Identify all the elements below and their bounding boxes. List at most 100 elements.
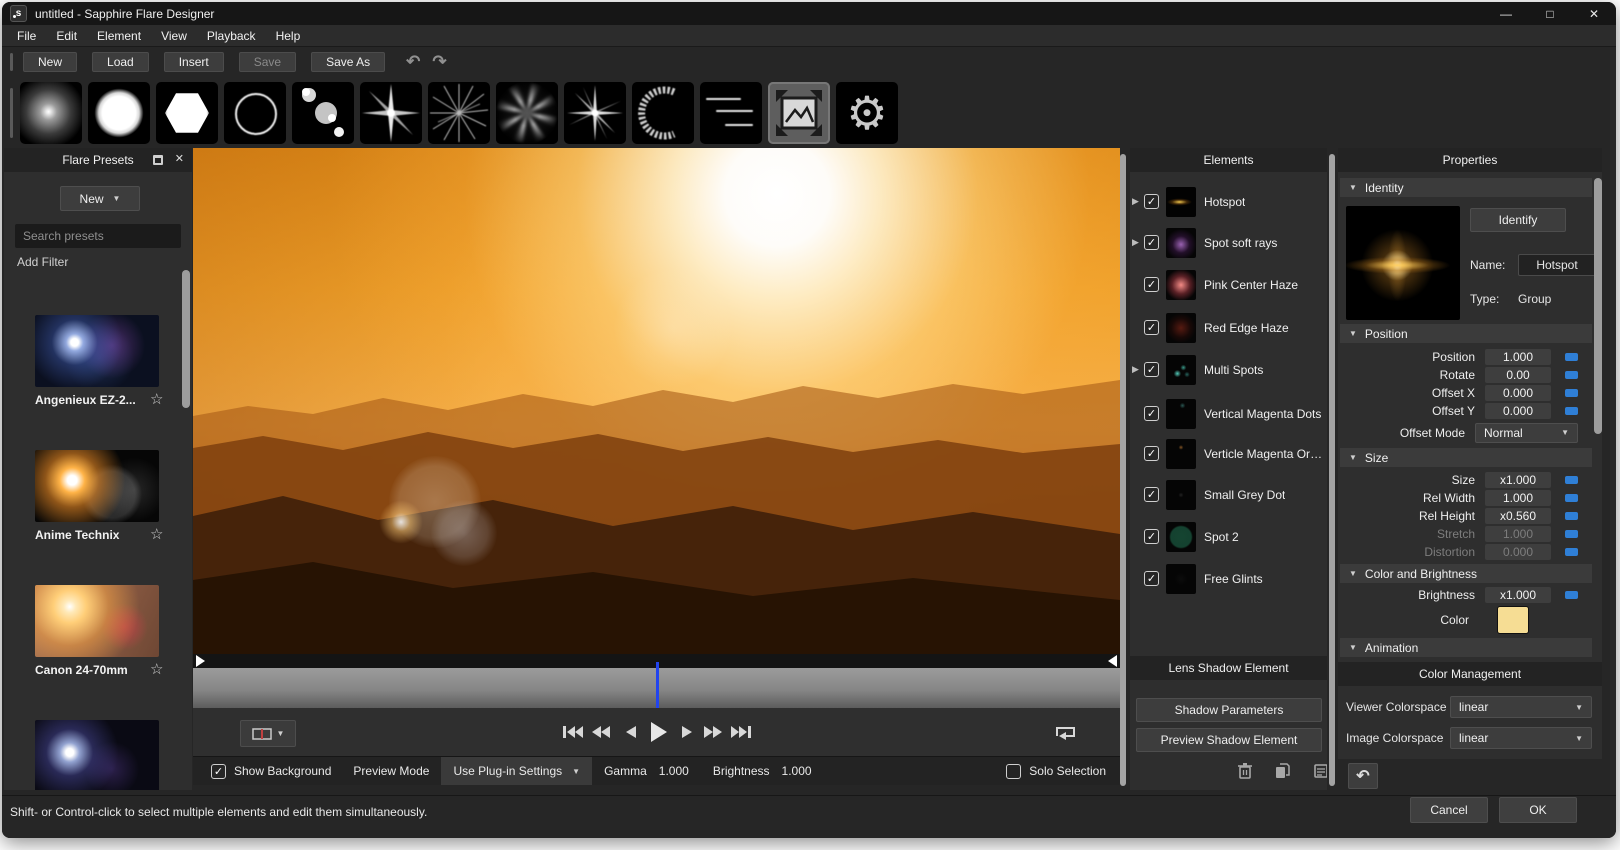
dock-panel-icon[interactable] xyxy=(152,154,164,166)
play-button[interactable] xyxy=(646,716,672,748)
position-section-header[interactable]: ▼ Position xyxy=(1340,324,1592,343)
rotate-value[interactable]: 0.00 xyxy=(1485,367,1551,383)
flare-preview-viewport[interactable] xyxy=(193,148,1120,654)
keyframe-indicator[interactable] xyxy=(1565,512,1578,520)
element-visibility-checkbox[interactable]: ✓ xyxy=(1144,194,1159,209)
element-visibility-checkbox[interactable]: ✓ xyxy=(1144,406,1159,421)
new-button[interactable]: New xyxy=(23,52,77,72)
color-swatch[interactable] xyxy=(1497,606,1529,634)
step-back-button[interactable] xyxy=(620,720,642,744)
rays-element-icon[interactable] xyxy=(428,82,490,144)
keyframe-indicator[interactable] xyxy=(1565,548,1578,556)
preset-new-dropdown[interactable]: New ▼ xyxy=(60,186,140,211)
viewer-colorspace-dropdown[interactable]: linear ▼ xyxy=(1450,696,1592,718)
menu-view[interactable]: View xyxy=(152,27,196,45)
element-label[interactable]: Free Glints xyxy=(1204,572,1263,586)
expand-arrow-icon[interactable]: ▶ xyxy=(1132,237,1139,248)
close-button[interactable]: ✕ xyxy=(1572,2,1616,25)
playhead[interactable] xyxy=(656,662,659,708)
load-button[interactable]: Load xyxy=(92,52,149,72)
soft-rays-element-icon[interactable] xyxy=(496,82,558,144)
gamma-value[interactable]: 1.000 xyxy=(659,764,689,778)
color-brightness-section-header[interactable]: ▼ Color and Brightness xyxy=(1340,564,1592,583)
element-label[interactable]: Small Grey Dot xyxy=(1204,488,1285,502)
keyframe-indicator[interactable] xyxy=(1565,476,1578,484)
copy-settings-button[interactable] xyxy=(1308,760,1327,782)
offset-mode-dropdown[interactable]: Normal ▼ xyxy=(1475,423,1578,443)
element-label[interactable]: Vertical Magenta Dots xyxy=(1204,407,1321,421)
menu-help[interactable]: Help xyxy=(267,27,310,45)
offset-x-value[interactable]: 0.000 xyxy=(1485,385,1551,401)
element-label[interactable]: Hotspot xyxy=(1204,195,1245,209)
menu-file[interactable]: File xyxy=(8,27,45,45)
name-input[interactable]: Hotspot xyxy=(1518,254,1596,276)
favorite-star-icon[interactable]: ☆ xyxy=(150,525,163,543)
show-background-checkbox[interactable]: ✓ xyxy=(211,764,226,779)
element-visibility-checkbox[interactable]: ✓ xyxy=(1144,362,1159,377)
viewer-elements-splitter[interactable] xyxy=(1120,154,1126,786)
arc-streaks-element-icon[interactable] xyxy=(632,82,694,144)
keyframe-indicator[interactable] xyxy=(1565,591,1578,599)
keyframe-indicator[interactable] xyxy=(1565,407,1578,415)
maximize-button[interactable]: □ xyxy=(1528,2,1572,25)
element-label[interactable]: Spot 2 xyxy=(1204,530,1239,544)
preset-name[interactable]: Angenieux EZ-2... xyxy=(35,393,136,407)
range-out-marker[interactable] xyxy=(1108,655,1117,667)
element-visibility-checkbox[interactable]: ✓ xyxy=(1144,277,1159,292)
size-section-header[interactable]: ▼ Size xyxy=(1340,448,1592,467)
duplicate-element-button[interactable] xyxy=(1270,760,1296,782)
brightness-value[interactable]: 1.000 xyxy=(782,764,812,778)
skip-to-end-button[interactable] xyxy=(728,720,754,744)
element-row[interactable]: ✓ Pink Center Haze xyxy=(1130,270,1327,300)
close-panel-icon[interactable]: ✕ xyxy=(175,152,184,165)
circle-element-icon[interactable] xyxy=(88,82,150,144)
element-label[interactable]: Red Edge Haze xyxy=(1204,321,1289,335)
brightness-value[interactable]: x1.000 xyxy=(1485,587,1551,603)
elements-properties-splitter[interactable] xyxy=(1329,154,1335,786)
add-filter-link[interactable]: Add Filter xyxy=(17,255,68,269)
element-row[interactable]: ✓ Free Glints xyxy=(1130,564,1327,594)
position-value[interactable]: 1.000 xyxy=(1485,349,1551,365)
preset-thumbnail-anime[interactable] xyxy=(35,450,159,522)
range-in-marker[interactable] xyxy=(196,655,205,667)
step-forward-button[interactable] xyxy=(676,720,698,744)
skip-to-start-button[interactable] xyxy=(560,720,586,744)
favorite-star-icon[interactable]: ☆ xyxy=(150,660,163,678)
preset-name[interactable]: Canon 24-70mm xyxy=(35,663,128,677)
rewind-button[interactable] xyxy=(588,720,614,744)
plugin-settings-dropdown[interactable]: Use Plug-in Settings ▼ xyxy=(441,757,592,785)
solo-selection-checkbox[interactable] xyxy=(1006,764,1021,779)
fast-forward-button[interactable] xyxy=(700,720,726,744)
search-presets-input[interactable] xyxy=(15,224,181,248)
preview-shadow-element-button[interactable]: Preview Shadow Element xyxy=(1136,728,1322,752)
element-row[interactable]: ✓ Spot 2 xyxy=(1130,522,1327,552)
keyframe-indicator[interactable] xyxy=(1565,371,1578,379)
element-label[interactable]: Verticle Magenta Orange ... xyxy=(1204,447,1327,461)
delete-element-button[interactable] xyxy=(1232,760,1258,782)
image-colorspace-dropdown[interactable]: linear ▼ xyxy=(1450,727,1592,749)
keyframe-indicator[interactable] xyxy=(1565,389,1578,397)
shadow-parameters-button[interactable]: Shadow Parameters xyxy=(1136,698,1322,722)
element-row[interactable]: ✓ Vertical Magenta Dots xyxy=(1130,399,1327,429)
expand-arrow-icon[interactable]: ▶ xyxy=(1132,196,1139,207)
identity-section-header[interactable]: ▼ Identity xyxy=(1340,178,1592,197)
glow-element-icon[interactable] xyxy=(20,82,82,144)
preset-thumbnail-partial[interactable] xyxy=(35,720,159,790)
menu-playback[interactable]: Playback xyxy=(198,27,265,45)
element-label[interactable]: Spot soft rays xyxy=(1204,236,1277,250)
element-label[interactable]: Pink Center Haze xyxy=(1204,278,1298,292)
ok-button[interactable]: OK xyxy=(1499,797,1577,823)
keyframe-indicator[interactable] xyxy=(1565,494,1578,502)
keyframe-indicator[interactable] xyxy=(1565,530,1578,538)
element-visibility-checkbox[interactable]: ✓ xyxy=(1144,446,1159,461)
offset-y-value[interactable]: 0.000 xyxy=(1485,403,1551,419)
size-value[interactable]: x1.000 xyxy=(1485,472,1551,488)
menu-element[interactable]: Element xyxy=(88,27,150,45)
preview-mode-label[interactable]: Preview Mode xyxy=(353,764,429,778)
properties-undo-button[interactable]: ↶ xyxy=(1348,763,1378,789)
rel-height-value[interactable]: x0.560 xyxy=(1485,508,1551,524)
favorite-star-icon[interactable]: ☆ xyxy=(150,390,163,408)
element-row[interactable]: ▶ ✓ Multi Spots xyxy=(1130,355,1327,385)
presets-scrollbar[interactable] xyxy=(182,270,190,408)
element-visibility-checkbox[interactable]: ✓ xyxy=(1144,235,1159,250)
